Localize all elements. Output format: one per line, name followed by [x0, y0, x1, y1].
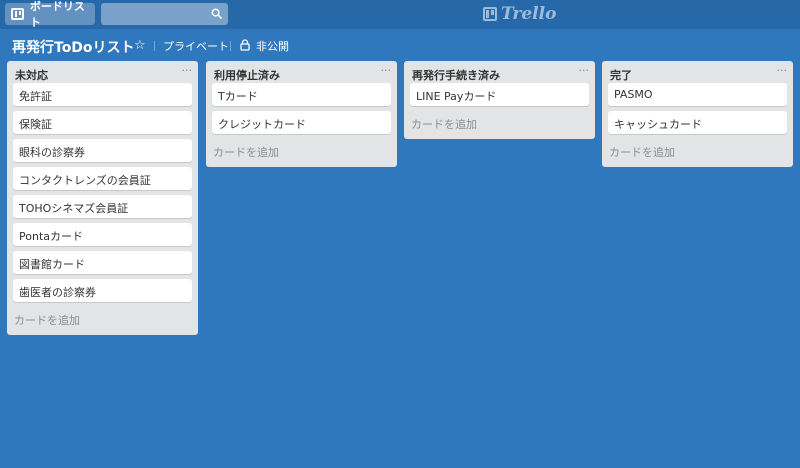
add-card-button[interactable]: カードを追加 [212, 139, 391, 161]
trello-logo-icon [483, 7, 497, 21]
boards-icon [11, 8, 24, 20]
list-title[interactable]: 未対応 [15, 67, 48, 83]
list-header: 未対応 ··· [13, 61, 192, 83]
card[interactable]: PASMO [608, 83, 787, 106]
card[interactable]: Tカード [212, 83, 391, 106]
list-suspended: 利用停止済み ··· Tカード クレジットカード カードを追加 [206, 61, 397, 167]
list-menu-icon[interactable]: ··· [579, 64, 590, 77]
list-title[interactable]: 再発行手続き済み [412, 67, 500, 83]
lock-icon[interactable] [240, 39, 250, 51]
card[interactable]: 眼科の診察券 [13, 139, 192, 162]
card[interactable]: 歯医者の診察券 [13, 279, 192, 302]
card[interactable]: キャッシュカード [608, 111, 787, 134]
board-title[interactable]: 再発行ToDoリスト [12, 37, 135, 57]
list-menu-icon[interactable]: ··· [381, 64, 392, 77]
logo-text: Trello [501, 4, 557, 24]
card[interactable]: Pontaカード [13, 223, 192, 246]
search-box[interactable] [101, 3, 228, 25]
list-title[interactable]: 利用停止済み [214, 67, 280, 83]
card[interactable]: TOHOシネマズ会員証 [13, 195, 192, 218]
add-card-button[interactable]: カードを追加 [13, 307, 192, 329]
board-header: 再発行ToDoリスト ☆ プライベート 非公開 [0, 29, 800, 61]
card[interactable]: 保険証 [13, 111, 192, 134]
search-input[interactable] [101, 3, 206, 25]
divider [154, 41, 155, 51]
card[interactable]: コンタクトレンズの会員証 [13, 167, 192, 190]
privacy-button[interactable]: プライベート [163, 38, 229, 54]
card[interactable]: クレジットカード [212, 111, 391, 134]
list-menu-icon[interactable]: ··· [777, 64, 788, 77]
card[interactable]: 図書館カード [13, 251, 192, 274]
boards-button[interactable]: ボードリスト [5, 0, 95, 29]
trello-logo[interactable]: Trello [483, 4, 556, 24]
top-header: ボードリスト Trello [0, 0, 800, 29]
list-reissue-requested: 再発行手続き済み ··· LINE Payカード カードを追加 [404, 61, 595, 139]
list-title[interactable]: 完了 [610, 67, 632, 83]
list-unhandled: 未対応 ··· 免許証 保険証 眼科の診察券 コンタクトレンズの会員証 TOHO… [7, 61, 198, 335]
list-header: 再発行手続き済み ··· [410, 61, 589, 83]
card[interactable]: 免許証 [13, 83, 192, 106]
list-header: 完了 ··· [608, 61, 787, 83]
search-icon[interactable] [211, 8, 222, 19]
boards-button-label: ボードリスト [29, 0, 85, 29]
list-menu-icon[interactable]: ··· [182, 64, 193, 77]
list-header: 利用停止済み ··· [212, 61, 391, 83]
divider [230, 41, 231, 51]
list-done: 完了 ··· PASMO キャッシュカード カードを追加 [602, 61, 793, 167]
card[interactable]: LINE Payカード [410, 83, 589, 106]
add-card-button[interactable]: カードを追加 [608, 139, 787, 161]
add-card-button[interactable]: カードを追加 [410, 111, 589, 133]
star-icon[interactable]: ☆ [134, 38, 146, 53]
visibility-button[interactable]: 非公開 [256, 38, 289, 54]
